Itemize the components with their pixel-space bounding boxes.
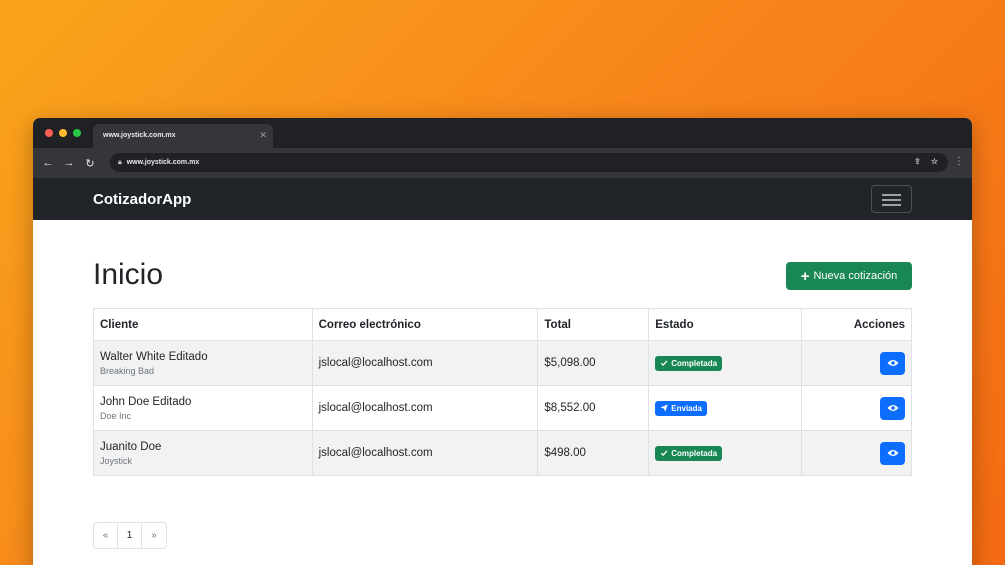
new-quote-label: Nueva cotización [813,270,898,282]
total-cell: $498.00 [537,430,650,476]
status-label: Completada [671,448,718,458]
client-cell: Juanito Doe Joystick [93,430,313,476]
client-company: Joystick [100,455,133,466]
reload-icon[interactable]: ↻ [81,157,99,170]
client-name: John Doe Editado [100,395,192,408]
table-header-row: Cliente Correo electrónico Total Estado … [93,308,912,341]
actions-cell [801,385,912,431]
client-cell: John Doe Editado Doe Inc [93,385,313,431]
view-quote-button[interactable] [880,351,905,375]
pagination-next[interactable]: » [142,523,166,548]
browser-toolbar: ← → ↻ 🔒︎ www.joystick.com.mx ⇪ ☆ ⋮ [33,148,972,178]
url-text: www.joystick.com.mx [126,159,200,166]
email-cell: jslocal@localhost.com [311,430,539,476]
navbar-toggler-button[interactable] [871,185,912,213]
status-badge: Completada [655,445,723,461]
check-icon [661,450,668,457]
plus-icon: + [800,267,810,285]
actions-cell [801,430,912,476]
tab-title: www.joystick.com.mx [103,132,176,139]
status-label: Completada [671,358,718,368]
tab-close-icon[interactable]: ✕ [259,130,267,141]
address-bar[interactable]: 🔒︎ www.joystick.com.mx ⇪ ☆ [110,153,948,172]
close-window-button[interactable] [45,129,53,137]
client-name: Walter White Editado [100,350,208,363]
window-controls [45,129,81,137]
total-cell: $5,098.00 [537,340,650,386]
status-cell: Completada [648,340,803,386]
actions-cell [801,340,912,386]
navbar-brand[interactable]: CotizadorApp [93,191,191,208]
client-cell: Walter White Editado Breaking Bad [93,340,313,386]
hamburger-icon [882,194,901,196]
bookmark-star-icon[interactable]: ☆ [931,157,938,166]
share-icon[interactable]: ⇪ [914,157,921,166]
table-row: Walter White Editado Breaking Bad jsloca… [93,340,912,386]
browser-menu-icon[interactable]: ⋮ [954,156,964,167]
forward-arrow-icon[interactable]: → [60,157,78,170]
maximize-window-button[interactable] [73,129,81,137]
page-title: Inicio [93,258,164,291]
view-quote-button[interactable] [880,441,905,465]
paper-plane-icon [660,404,668,412]
client-company: Doe Inc [100,410,132,421]
browser-tab[interactable]: www.joystick.com.mx ✕ [93,124,273,148]
email-cell: jslocal@localhost.com [311,340,539,386]
main-content: Inicio + Nueva cotización Cliente Correo… [33,220,972,565]
minimize-window-button[interactable] [59,129,67,137]
new-quote-button[interactable]: + Nueva cotización [786,262,912,290]
client-name: Juanito Doe [100,440,162,453]
eye-icon [887,360,898,366]
view-quote-button[interactable] [880,396,905,420]
column-header-actions: Acciones [801,308,912,341]
status-cell: Completada [648,430,803,476]
column-header-email: Correo electrónico [311,308,539,341]
back-arrow-icon[interactable]: ← [39,157,57,170]
table-row: John Doe Editado Doe Inc jslocal@localho… [93,385,912,431]
total-cell: $8,552.00 [537,385,650,431]
column-header-status: Estado [648,308,803,341]
check-icon [661,360,668,367]
app-navbar: CotizadorApp [33,178,972,220]
eye-icon [887,405,898,411]
pagination-prev[interactable]: « [94,523,118,548]
status-cell: Enviada [648,385,803,431]
status-badge: Completada [655,355,723,371]
quotes-table: Cliente Correo electrónico Total Estado … [93,308,912,476]
column-header-client: Cliente [93,308,313,341]
client-company: Breaking Bad [100,365,155,376]
pagination-page[interactable]: 1 [118,523,142,548]
status-badge: Enviada [655,400,707,416]
lock-icon: 🔒︎ [118,158,122,166]
pagination: « 1 » [93,522,167,549]
eye-icon [887,450,898,456]
email-cell: jslocal@localhost.com [311,385,539,431]
column-header-total: Total [537,308,650,341]
status-label: Enviada [671,403,702,413]
browser-window: www.joystick.com.mx ✕ ← → ↻ 🔒︎ www.joyst… [33,118,972,565]
tab-bar: www.joystick.com.mx ✕ [33,118,972,148]
table-row: Juanito Doe Joystick jslocal@localhost.c… [93,430,912,476]
